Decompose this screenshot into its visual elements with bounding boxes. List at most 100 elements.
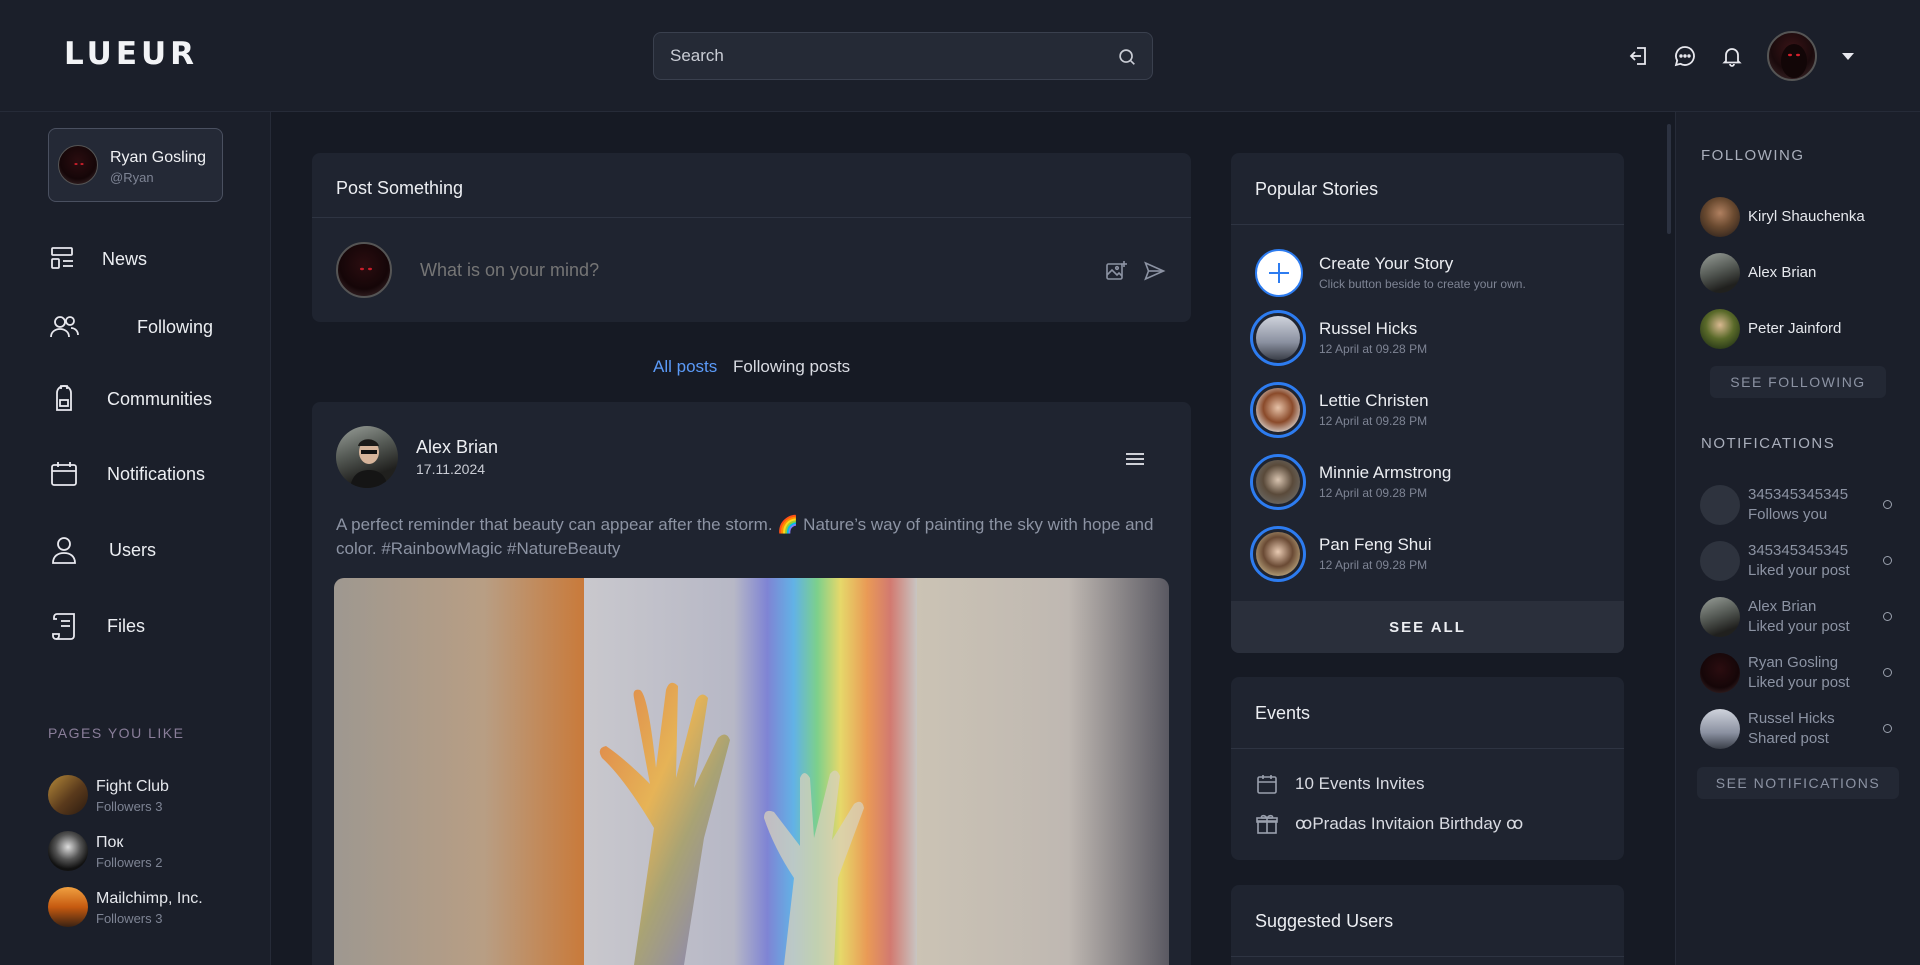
- tab-following-posts[interactable]: Following posts: [733, 357, 850, 377]
- chevron-down-icon[interactable]: [1842, 53, 1854, 60]
- nav-item-files[interactable]: Files: [48, 606, 145, 646]
- unread-dot-icon[interactable]: [1883, 500, 1892, 509]
- scrollbar[interactable]: [1667, 124, 1671, 234]
- create-story-title[interactable]: Create Your Story: [1319, 254, 1453, 274]
- notification-action: Liked your post: [1748, 562, 1850, 579]
- divider: [312, 217, 1191, 218]
- following-name: Alex Brian: [1748, 264, 1817, 281]
- app-logo[interactable]: LUEUR: [64, 36, 198, 72]
- notification-text: Ryan Gosling Liked your post: [1748, 653, 1850, 693]
- story-item[interactable]: Lettie Christen 12 April at 09.28 PM: [1250, 382, 1610, 438]
- user-icon: [52, 537, 76, 564]
- nav-label: Users: [109, 539, 157, 560]
- story-time: 12 April at 09.28 PM: [1319, 414, 1428, 428]
- following-item[interactable]: Alex Brian: [1700, 253, 1900, 293]
- see-notifications-button[interactable]: SEE NOTIFICATIONS: [1697, 767, 1899, 799]
- suggested-title: Suggested Users: [1255, 911, 1394, 931]
- nav-item-notifications[interactable]: Notifications: [48, 454, 205, 494]
- story-item[interactable]: Russel Hicks 12 April at 09.28 PM: [1250, 310, 1610, 366]
- unread-dot-icon[interactable]: [1883, 724, 1892, 733]
- nav-item-communities[interactable]: Communities: [48, 379, 212, 419]
- story-name: Lettie Christen: [1319, 391, 1429, 410]
- following-heading: FOLLOWING: [1701, 147, 1805, 164]
- composer-title: Post Something: [336, 178, 464, 198]
- story-item[interactable]: Pan Feng Shui 12 April at 09.28 PM: [1250, 526, 1610, 582]
- newspaper-icon: [51, 247, 73, 269]
- unread-dot-icon[interactable]: [1883, 612, 1892, 621]
- search-bar[interactable]: [653, 32, 1153, 80]
- following-item[interactable]: Peter Jainford: [1700, 309, 1900, 349]
- avatar: [1700, 597, 1740, 637]
- scroll-icon: [52, 613, 75, 640]
- avatar: [1700, 541, 1740, 581]
- notification-item[interactable]: Alex Brian Liked your post: [1700, 595, 1900, 639]
- liked-page-item[interactable]: Пок Followers 2: [48, 831, 248, 873]
- user-avatar[interactable]: [1767, 31, 1817, 81]
- nav-item-users[interactable]: Users: [48, 530, 156, 570]
- see-all-stories-button[interactable]: SEE ALL: [1231, 601, 1624, 653]
- bell-icon[interactable]: [1720, 44, 1744, 68]
- story-name: Pan Feng Shui: [1319, 535, 1432, 554]
- page-followers: Followers 2: [96, 855, 163, 870]
- messages-icon[interactable]: [1673, 44, 1697, 68]
- divider: [1231, 224, 1624, 225]
- avatar[interactable]: [336, 426, 398, 488]
- notification-user: Ryan Gosling: [1748, 654, 1839, 671]
- nav-label: Communities: [107, 388, 213, 409]
- nav-label: Files: [107, 615, 146, 636]
- create-story-subtitle: Click button beside to create your own.: [1319, 277, 1526, 291]
- avatar: [1700, 485, 1740, 525]
- page-name: Пок: [96, 834, 124, 851]
- events-invites[interactable]: 10 Events Invites: [1295, 774, 1424, 794]
- search-icon[interactable]: [1116, 46, 1138, 68]
- notification-item[interactable]: Russel Hicks Shared post: [1700, 707, 1900, 751]
- unread-dot-icon[interactable]: [1883, 668, 1892, 677]
- create-story-button[interactable]: [1255, 249, 1303, 297]
- event-birthday[interactable]: ꝏPradas Invitaion Birthday ꝏ: [1295, 814, 1523, 834]
- page-followers: Followers 3: [96, 911, 163, 926]
- top-header: LUEUR: [0, 0, 1920, 112]
- notification-item[interactable]: 345345345345 Follows you: [1700, 483, 1900, 527]
- gift-icon: [1256, 814, 1278, 834]
- profile-card[interactable]: Ryan Gosling @Ryan: [48, 128, 223, 202]
- image-upload-icon[interactable]: [1104, 259, 1128, 283]
- search-input[interactable]: [654, 33, 1152, 79]
- profile-handle: @Ryan: [110, 170, 154, 185]
- suggested-users-card: Suggested Users: [1231, 885, 1624, 965]
- avatar: [1250, 382, 1306, 438]
- notification-user: 345345345345: [1748, 542, 1849, 559]
- menu-icon[interactable]: [1124, 450, 1146, 468]
- see-following-button[interactable]: SEE FOLLOWING: [1710, 366, 1886, 398]
- avatar: [48, 775, 88, 815]
- backpack-icon: [56, 385, 72, 411]
- calendar-icon: [1257, 775, 1277, 794]
- logout-icon[interactable]: [1627, 44, 1651, 68]
- following-name: Kiryl Shauchenka: [1748, 208, 1865, 225]
- notification-item[interactable]: 345345345345 Liked your post: [1700, 539, 1900, 583]
- nav-item-news[interactable]: News: [48, 239, 147, 279]
- post-image[interactable]: [334, 578, 1169, 965]
- avatar: [1250, 454, 1306, 510]
- post-author[interactable]: Alex Brian: [416, 437, 498, 458]
- events-title: Events: [1255, 703, 1311, 723]
- liked-page-item[interactable]: Mailchimp, Inc. Followers 3: [48, 887, 248, 929]
- story-time: 12 April at 09.28 PM: [1319, 558, 1428, 572]
- avatar: [48, 887, 88, 927]
- divider: [1231, 748, 1624, 749]
- profile-name: Ryan Gosling: [110, 149, 207, 166]
- story-item[interactable]: Minnie Armstrong 12 April at 09.28 PM: [1250, 454, 1610, 510]
- story-name: Minnie Armstrong: [1319, 463, 1452, 482]
- story-time: 12 April at 09.28 PM: [1319, 342, 1428, 356]
- nav-label: Notifications: [107, 463, 206, 484]
- send-icon[interactable]: [1142, 259, 1167, 283]
- notification-item[interactable]: Ryan Gosling Liked your post: [1700, 651, 1900, 695]
- plus-icon: [1269, 263, 1289, 283]
- nav-item-following[interactable]: Following: [48, 307, 213, 347]
- unread-dot-icon[interactable]: [1883, 556, 1892, 565]
- calendar-icon: [51, 462, 77, 486]
- following-item[interactable]: Kiryl Shauchenka: [1700, 197, 1900, 237]
- tab-all-posts[interactable]: All posts: [653, 357, 717, 377]
- liked-page-item[interactable]: Fight Club Followers 3: [48, 775, 248, 817]
- post-input[interactable]: [420, 253, 920, 287]
- avatar: [58, 145, 98, 185]
